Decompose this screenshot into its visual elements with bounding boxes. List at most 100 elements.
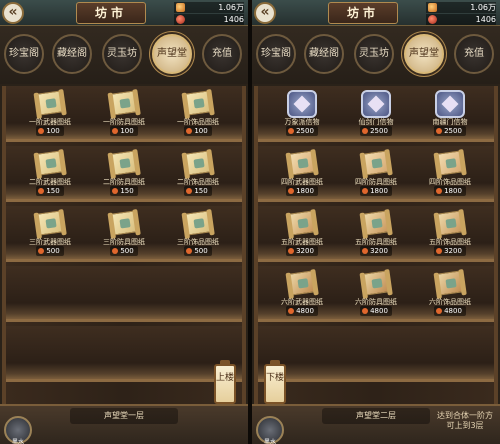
currency-value-2: 1406 [475, 15, 496, 24]
shop-item[interactable]: 四阶武器图纸 1800 [270, 146, 334, 202]
shelf-row: 三阶武器图纸 500 三阶防具图纸 500 三阶饰品图纸 500 [6, 206, 242, 262]
shelf-row-empty [258, 326, 494, 382]
shop-item[interactable]: 万象派信物 2500 [270, 86, 334, 142]
price-value: 1800 [370, 187, 388, 195]
coin-icon [436, 128, 443, 134]
tab-lingyufang[interactable]: 灵玉坊 [354, 34, 394, 74]
shelf-row: 五阶武器图纸 3200 五阶防具图纸 3200 五阶饰品图纸 3200 [258, 206, 494, 262]
currency-display: 1.06万 1406 [174, 1, 244, 25]
avatar-label: 黑水 [11, 439, 24, 444]
coin-icon [186, 248, 193, 254]
sect-token-icon [287, 90, 317, 118]
item-price: 100 [166, 126, 230, 136]
item-price: 150 [18, 186, 82, 196]
shop-item[interactable]: 一阶饰品图纸 100 [166, 86, 230, 142]
back-button[interactable]: « [2, 2, 24, 24]
item-price: 3200 [270, 246, 334, 256]
shop-item[interactable]: 一阶武器图纸 100 [18, 86, 82, 142]
pouch-icon [176, 15, 185, 24]
blueprint-scroll-icon [183, 210, 213, 236]
price-value: 3200 [370, 247, 388, 255]
shop-item[interactable]: 三阶武器图纸 500 [18, 206, 82, 262]
shop-item[interactable]: 五阶武器图纸 3200 [270, 206, 334, 262]
blueprint-scroll-icon [183, 90, 213, 116]
coin-icon [38, 128, 45, 134]
blueprint-scroll-icon [35, 150, 65, 176]
blueprint-scroll-icon [35, 90, 65, 116]
coin-icon [38, 248, 45, 254]
item-price: 3200 [418, 246, 482, 256]
shop-panel-right: « 坊市 1.06万 1406 珍宝阁 藏经阁 灵玉坊 声望堂 充值 万象派信物… [252, 0, 500, 444]
shop-item[interactable]: 仙剑门信物 2500 [344, 86, 408, 142]
coin-icon [38, 188, 45, 194]
blueprint-scroll-icon [361, 210, 391, 236]
floor-down-lantern[interactable]: 下楼 [264, 360, 286, 408]
shop-item[interactable]: 南疆门信物 2500 [418, 86, 482, 142]
blueprint-scroll-icon [361, 150, 391, 176]
item-price: 500 [166, 246, 230, 256]
item-price: 2500 [418, 126, 482, 136]
item-price: 4800 [270, 306, 334, 316]
shelf-row: 四阶武器图纸 1800 四阶防具图纸 1800 四阶饰品图纸 1800 [258, 146, 494, 202]
currency-row-1: 1.06万 [426, 2, 496, 13]
item-price: 100 [92, 126, 156, 136]
avatar[interactable]: 黑水 [4, 416, 32, 444]
tab-zhenbaoge[interactable]: 珍宝阁 [256, 34, 296, 74]
shop-item[interactable]: 一阶防具图纸 100 [92, 86, 156, 142]
floor-up-lantern[interactable]: 上楼 [214, 360, 236, 408]
shop-item[interactable]: 二阶武器图纸 150 [18, 146, 82, 202]
price-value: 500 [46, 247, 60, 255]
blueprint-scroll-icon [435, 210, 465, 236]
price-value: 500 [194, 247, 208, 255]
floor-footer: 黑水 声望堂二层 达到合体一阶方可上到3层 [252, 404, 500, 444]
blueprint-scroll-icon [109, 210, 139, 236]
shop-item[interactable]: 五阶饰品图纸 3200 [418, 206, 482, 262]
shop-item[interactable]: 三阶饰品图纸 500 [166, 206, 230, 262]
coin-icon [288, 248, 295, 254]
tab-chongzhi[interactable]: 充值 [454, 34, 494, 74]
coin-icon [362, 248, 369, 254]
tab-lingyufang[interactable]: 灵玉坊 [102, 34, 142, 74]
coin-icon [436, 308, 443, 314]
blueprint-scroll-icon [109, 150, 139, 176]
item-price: 4800 [344, 306, 408, 316]
tab-shengwangtang[interactable]: 声望堂 [404, 34, 444, 74]
coin-icon [186, 188, 193, 194]
blueprint-scroll-icon [287, 270, 317, 296]
shelf-row: 一阶武器图纸 100 一阶防具图纸 100 一阶饰品图纸 100 [6, 86, 242, 142]
price-value: 100 [46, 127, 60, 135]
tab-shengwangtang[interactable]: 声望堂 [152, 34, 192, 74]
shop-item[interactable]: 四阶防具图纸 1800 [344, 146, 408, 202]
tab-cangjingge[interactable]: 藏经阁 [52, 34, 92, 74]
tab-zhenbaoge[interactable]: 珍宝阁 [4, 34, 44, 74]
shop-item[interactable]: 四阶饰品图纸 1800 [418, 146, 482, 202]
avatar[interactable]: 黑水 [256, 416, 284, 444]
sect-token-icon [435, 90, 465, 118]
tab-bar: 珍宝阁 藏经阁 灵玉坊 声望堂 充值 [0, 26, 248, 84]
price-value: 1800 [296, 187, 314, 195]
item-price: 1800 [344, 186, 408, 196]
back-button[interactable]: « [254, 2, 276, 24]
shop-item[interactable]: 二阶防具图纸 150 [92, 146, 156, 202]
shop-item[interactable]: 六阶武器图纸 4800 [270, 266, 334, 322]
tab-chongzhi[interactable]: 充值 [202, 34, 242, 74]
coin-icon [288, 128, 295, 134]
shop-item[interactable]: 五阶防具图纸 3200 [344, 206, 408, 262]
tab-cangjingge[interactable]: 藏经阁 [304, 34, 344, 74]
blueprint-scroll-icon [35, 210, 65, 236]
coin-icon [112, 248, 119, 254]
ingot-icon [176, 3, 185, 12]
blueprint-scroll-icon [109, 90, 139, 116]
currency-value-1: 1.06万 [218, 3, 244, 12]
blueprint-scroll-icon [287, 150, 317, 176]
price-value: 4800 [370, 307, 388, 315]
shop-item[interactable]: 六阶防具图纸 4800 [344, 266, 408, 322]
coin-icon [288, 308, 295, 314]
blueprint-scroll-icon [435, 270, 465, 296]
shop-item[interactable]: 二阶饰品图纸 150 [166, 146, 230, 202]
blueprint-scroll-icon [287, 210, 317, 236]
coin-icon [112, 188, 119, 194]
shop-item[interactable]: 三阶防具图纸 500 [92, 206, 156, 262]
coin-icon [112, 128, 119, 134]
shop-item[interactable]: 六阶饰品图纸 4800 [418, 266, 482, 322]
